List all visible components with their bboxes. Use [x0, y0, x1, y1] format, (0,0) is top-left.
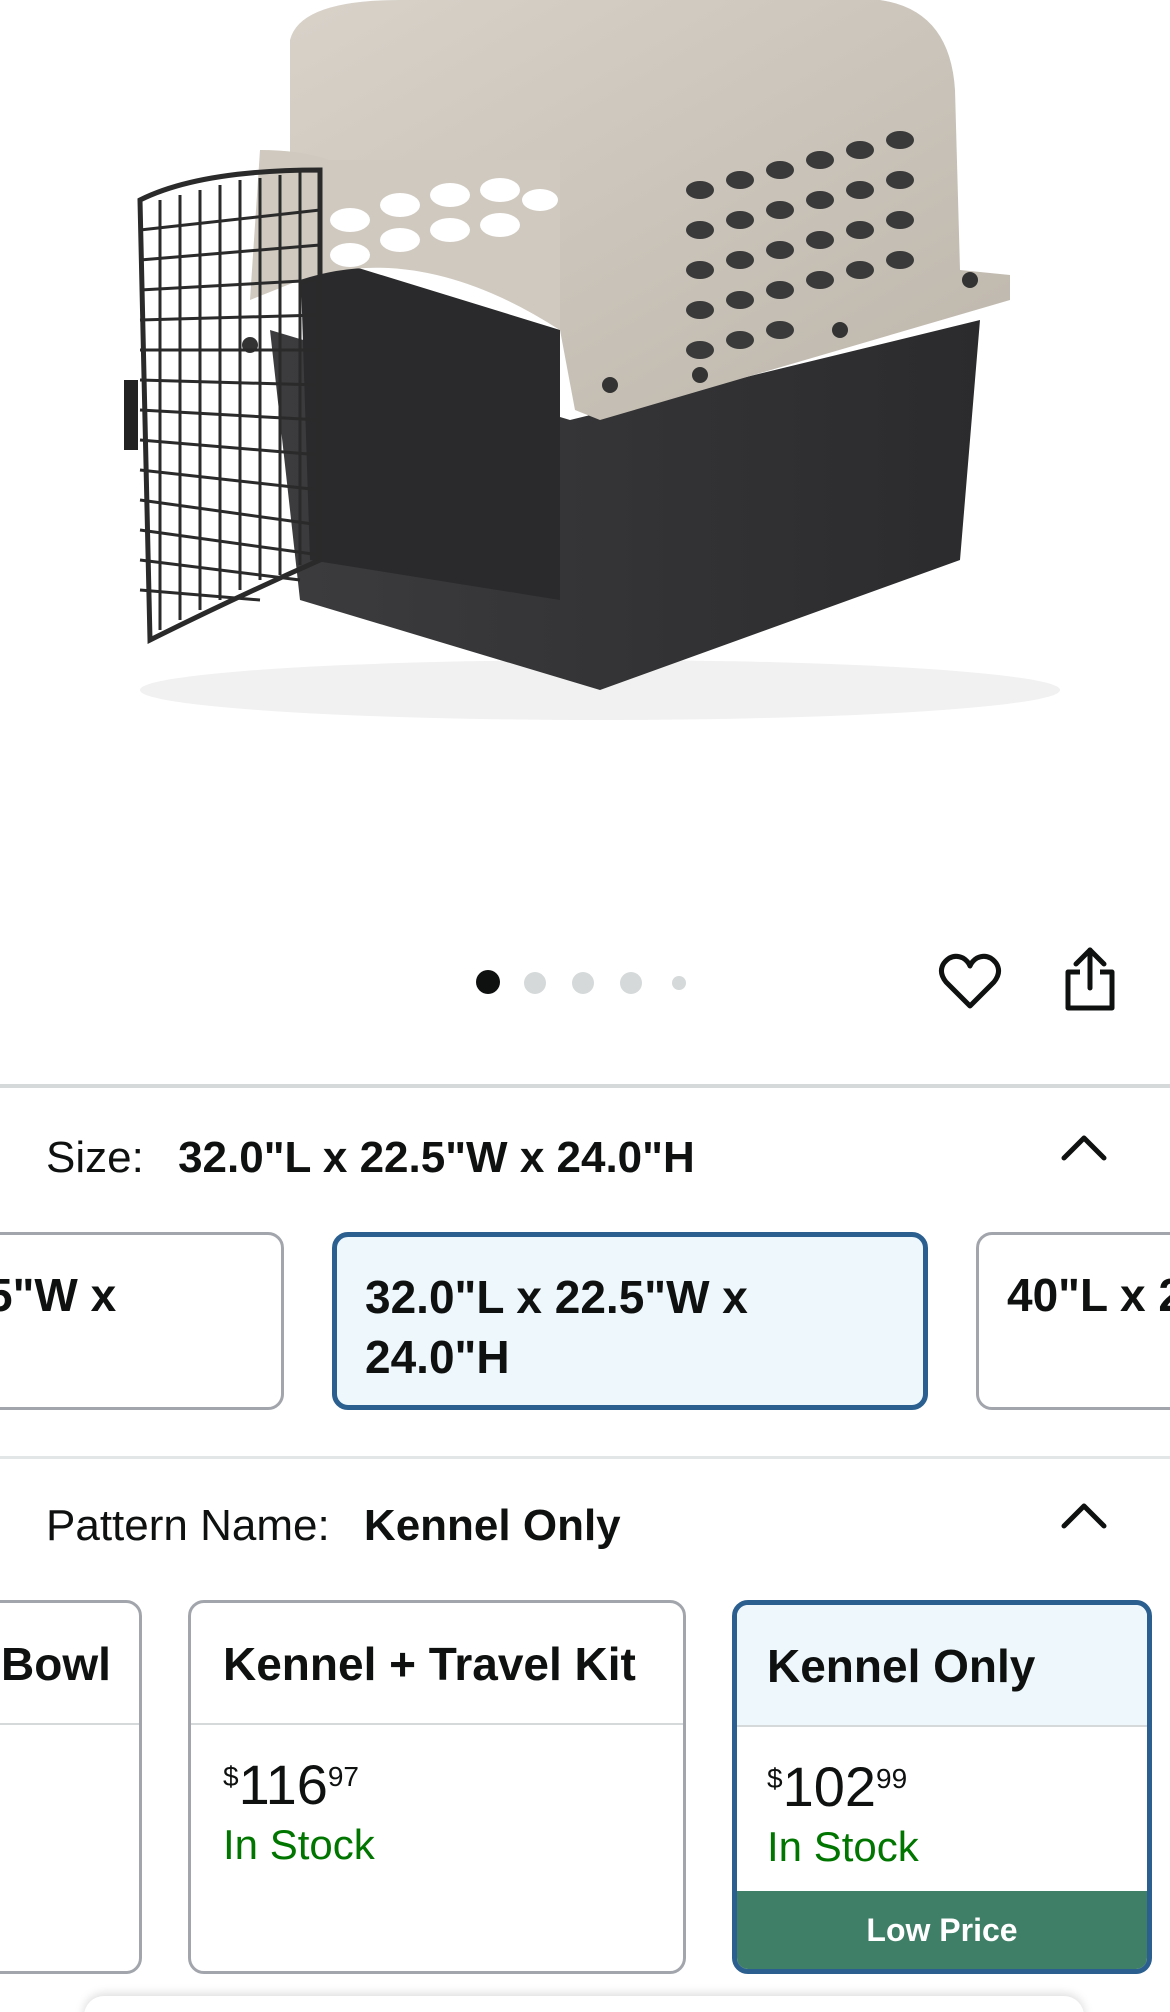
- pagination-dot[interactable]: [620, 972, 642, 994]
- pattern-option-price: $10299: [737, 1727, 1147, 1817]
- pagination-dot[interactable]: [672, 976, 686, 990]
- pagination-dot[interactable]: [524, 972, 546, 994]
- wishlist-button[interactable]: [938, 950, 1002, 1014]
- chevron-up-icon: [1061, 1135, 1107, 1161]
- size-option-label: 32.0"L x 22.5"W x 24.0"H: [365, 1271, 748, 1383]
- pattern-selected-value: Kennel Only: [363, 1501, 621, 1550]
- pattern-option-title: Bowl: [0, 1603, 139, 1725]
- stock-status: In Stock: [223, 1821, 375, 1868]
- pattern-label: Pattern Name:: [46, 1501, 330, 1550]
- pattern-option-title: Kennel + Travel Kit: [191, 1603, 683, 1725]
- share-button[interactable]: [1060, 946, 1120, 1012]
- stock-status: In Stock: [767, 1823, 919, 1870]
- size-option-label: 5"W x: [0, 1269, 117, 1321]
- pattern-option-price: $11697: [191, 1725, 683, 1815]
- price-fraction: 97: [327, 1761, 360, 1792]
- pattern-option-selected[interactable]: Kennel Only $10299 In Stock Low Price: [732, 1600, 1152, 1974]
- price-symbol: $: [767, 1763, 783, 1794]
- size-option[interactable]: 5"W x: [0, 1232, 284, 1410]
- pattern-collapse-button[interactable]: [1058, 1496, 1110, 1541]
- size-option[interactable]: 40"L x 2: [976, 1232, 1170, 1410]
- size-label: Size:: [46, 1133, 144, 1182]
- pattern-option[interactable]: Bowl: [0, 1600, 142, 1974]
- bottom-sheet-handle[interactable]: [84, 1996, 1084, 2012]
- pagination-dot[interactable]: [572, 972, 594, 994]
- share-icon: [1065, 947, 1115, 1011]
- price-symbol: $: [223, 1761, 239, 1792]
- chevron-up-icon: [1061, 1503, 1107, 1529]
- size-header: Size: 32.0"L x 22.5"W x 24.0"H: [46, 1132, 695, 1184]
- kennel-illustration: [124, 0, 1060, 720]
- product-image[interactable]: [0, 0, 1170, 900]
- price-fraction: 99: [876, 1763, 908, 1794]
- heart-icon: [938, 953, 1002, 1009]
- size-option-selected[interactable]: 32.0"L x 22.5"W x 24.0"H: [332, 1232, 928, 1410]
- pattern-header: Pattern Name: Kennel Only: [46, 1500, 621, 1552]
- pattern-option-title: Kennel Only: [737, 1605, 1147, 1727]
- section-divider: [0, 1456, 1170, 1459]
- size-selected-value: 32.0"L x 22.5"W x 24.0"H: [178, 1133, 695, 1182]
- size-collapse-button[interactable]: [1058, 1128, 1110, 1173]
- price-whole: 116: [238, 1753, 328, 1816]
- price-whole: 102: [782, 1755, 877, 1818]
- pattern-option[interactable]: Kennel + Travel Kit $11697 In Stock: [188, 1600, 686, 1974]
- size-option-label: 40"L x 2: [1007, 1269, 1170, 1321]
- product-page: Size: 32.0"L x 22.5"W x 24.0"H 5"W x 32.…: [0, 0, 1170, 2012]
- section-divider: [0, 1084, 1170, 1088]
- pagination-dot[interactable]: [476, 970, 500, 994]
- low-price-badge: Low Price: [737, 1891, 1147, 1969]
